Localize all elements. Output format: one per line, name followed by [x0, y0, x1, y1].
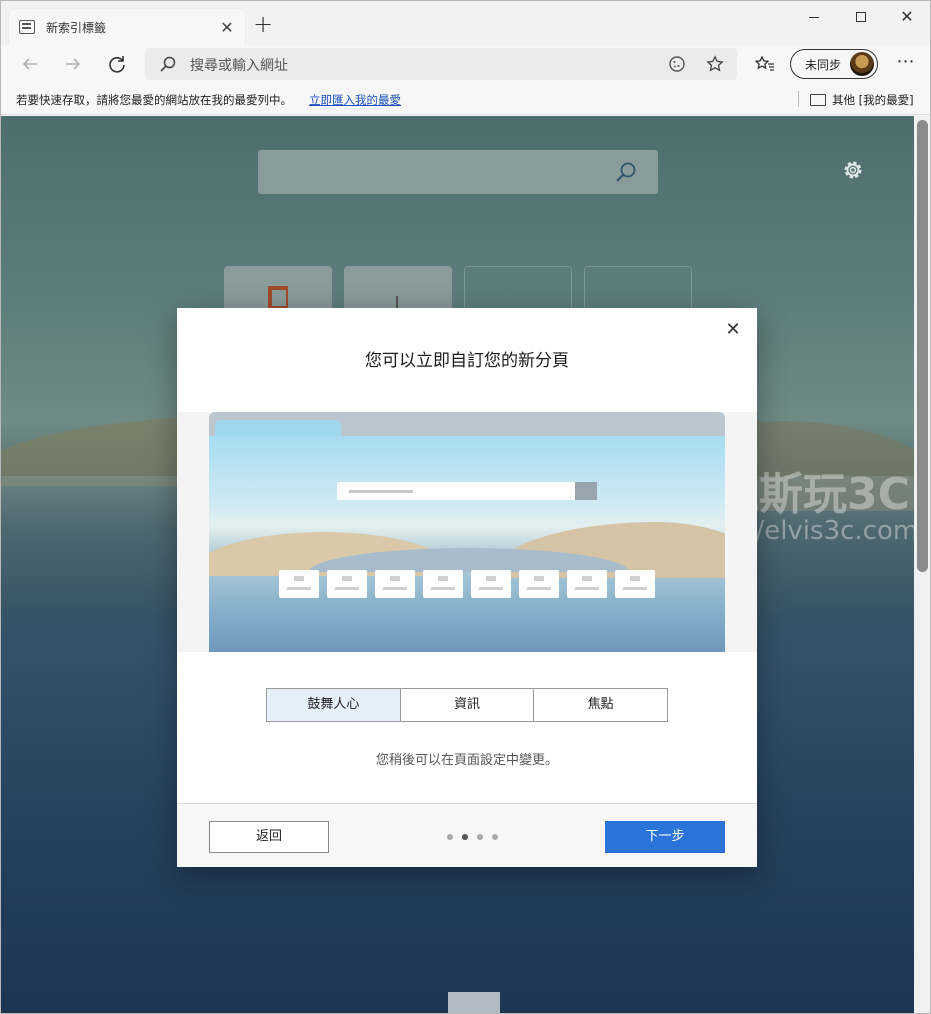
dialog-close-icon[interactable]: ✕	[723, 320, 743, 340]
tab-new-tab[interactable]: 新索引標籤 ✕	[9, 9, 245, 45]
import-favorites-link[interactable]: 立即匯入我的最愛	[309, 92, 401, 108]
back-button[interactable]: 返回	[209, 821, 329, 853]
address-placeholder: 搜尋或輸入網址	[190, 58, 288, 74]
add-favorite-button[interactable]	[705, 54, 725, 74]
other-favorites-folder[interactable]: 其他 [我的最愛]	[810, 92, 914, 108]
settings-more-button[interactable]: ⋯	[891, 49, 921, 79]
tracking-prevention-button[interactable]	[667, 54, 687, 74]
maximize-icon	[856, 12, 866, 22]
page-scrollbar[interactable]	[914, 116, 930, 1013]
favorites-bar-message: 若要快速存取，請將您最愛的網站放在我的最愛列中。	[16, 93, 292, 107]
maximize-button[interactable]	[838, 1, 884, 33]
folder-icon	[810, 94, 826, 106]
next-button[interactable]: 下一步	[605, 821, 725, 853]
favorites-list-icon	[755, 55, 774, 71]
office-icon	[268, 286, 288, 310]
back-arrow-icon	[22, 58, 37, 70]
tab-strip: 新索引標籤 ✕ + ✕	[1, 1, 930, 45]
layout-option-selector: 鼓舞人心 資訊 焦點	[266, 688, 668, 722]
star-icon	[706, 55, 724, 72]
pagination-dots	[447, 834, 498, 840]
pagination-dot	[477, 834, 483, 840]
profile-sync-button[interactable]: 未同步	[790, 49, 878, 79]
forward-arrow-icon	[66, 58, 81, 70]
new-tab-button[interactable]: +	[249, 11, 277, 39]
layout-preview	[177, 412, 757, 652]
pagination-dot-active	[462, 834, 468, 840]
page-search-box[interactable]	[258, 150, 658, 194]
cookie-icon	[669, 56, 685, 72]
minimize-icon	[809, 16, 819, 18]
search-icon	[160, 56, 176, 72]
refresh-button[interactable]	[102, 49, 132, 79]
other-favorites-label: 其他 [我的最愛]	[832, 93, 914, 107]
pagination-dot	[447, 834, 453, 840]
customize-dialog: ✕ 您可以立即自訂您的新分頁 鼓舞人心 資訊 焦點 您稍後可以在頁面設定中變更。…	[177, 308, 757, 867]
scrollbar-thumb[interactable]	[917, 120, 928, 572]
new-tab-page-icon	[19, 20, 35, 34]
favorites-divider	[798, 91, 799, 107]
tab-close-icon[interactable]: ✕	[219, 18, 235, 37]
sync-status-label: 未同步	[805, 57, 842, 72]
preview-tile	[567, 570, 607, 598]
toolbar: 搜尋或輸入網址 未同步 ⋯	[1, 45, 930, 83]
dialog-title: 您可以立即自訂您的新分頁	[365, 351, 569, 371]
dialog-hint: 您稍後可以在頁面設定中變更。	[375, 753, 558, 768]
tab-title: 新索引標籤	[46, 20, 107, 35]
preview-quick-links	[279, 570, 659, 598]
preview-tile	[519, 570, 559, 598]
preview-tile	[471, 570, 511, 598]
preview-tile	[279, 570, 319, 598]
pagination-dot	[492, 834, 498, 840]
option-inspirational[interactable]: 鼓舞人心	[267, 689, 400, 721]
favorites-bar: 若要快速存取，請將您最愛的網站放在我的最愛列中。 立即匯入我的最愛 其他 [我的…	[1, 83, 930, 115]
preview-background	[209, 436, 725, 652]
favorites-button[interactable]	[750, 49, 780, 79]
dialog-footer: 返回 下一步	[177, 803, 757, 867]
refresh-icon	[109, 56, 125, 73]
option-focused[interactable]: 焦點	[533, 689, 668, 721]
minimize-button[interactable]	[791, 1, 837, 33]
preview-tile	[375, 570, 415, 598]
address-bar[interactable]: 搜尋或輸入網址	[145, 48, 737, 80]
preview-browser-frame	[209, 412, 725, 652]
preview-tile	[423, 570, 463, 598]
back-button[interactable]	[15, 49, 45, 79]
bottom-tray-icons	[448, 992, 500, 1013]
option-informational[interactable]: 資訊	[399, 689, 534, 721]
browser-window: 新索引標籤 ✕ + ✕ 搜尋或輸入網址 未同步 ⋯ 若要快速存取，請將您最愛的網…	[0, 0, 931, 1014]
forward-button[interactable]	[58, 49, 88, 79]
preview-search-box	[337, 482, 597, 500]
gear-icon[interactable]	[841, 158, 865, 182]
search-icon	[616, 162, 636, 182]
close-window-button[interactable]: ✕	[884, 1, 930, 33]
preview-tile	[615, 570, 655, 598]
avatar	[850, 52, 874, 76]
preview-tile	[327, 570, 367, 598]
